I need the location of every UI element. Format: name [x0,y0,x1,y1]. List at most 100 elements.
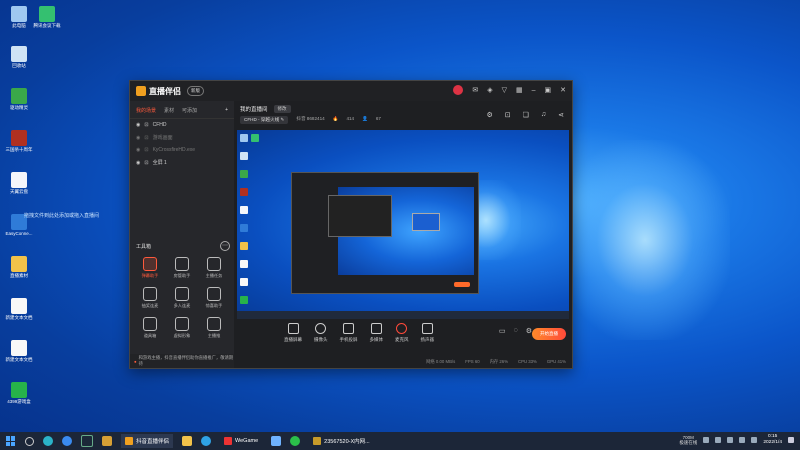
tool-surprise[interactable]: 惊喜助手 [198,287,230,309]
qq-browser-icon[interactable] [62,436,72,446]
recycle-bin-icon [11,46,27,62]
start-live-button[interactable]: 开始直播 [532,328,566,340]
close-icon[interactable]: ✕ [560,86,566,94]
titlebar[interactable]: 直播伴侣 新版 ✉ ◈ ▽ ▦ – ▣ ✕ [130,81,572,101]
lock-icon[interactable]: ⊡ [505,111,511,119]
game-category[interactable]: CFHD - 穿越火线 ✎ [240,116,289,124]
desktop-icon[interactable]: 三国杀十周年 [4,130,34,152]
desktop-icon[interactable]: 新建文本文档 [4,340,34,362]
shirt-icon[interactable]: ◈ [487,86,492,94]
wifi-icon[interactable] [739,437,746,443]
app-name: 直播伴侣 [149,86,181,96]
speaker-button[interactable]: 扬声器 [421,323,434,343]
preview-desktop-icon [240,188,248,196]
desktop-icon[interactable]: 天翼云盘 [4,172,34,194]
notification-icon[interactable] [788,437,794,443]
preview-desktop-icon [240,242,248,250]
desktop-icon[interactable]: 回收站 [4,46,34,68]
taskbar-app-remote[interactable]: 23567520-X内网... [309,434,374,448]
tray-icon[interactable] [715,437,722,443]
phone-icon [343,323,354,334]
gift-icon[interactable]: ❏ [523,111,529,119]
lock-icon[interactable]: ⊡ [144,147,148,153]
effects-icon[interactable]: ◌ [514,327,518,335]
bell-icon[interactable]: ♫ [541,111,546,119]
scene-item[interactable]: ◉ ⊡ 游戏画面 [130,131,234,144]
taskbar-app-active[interactable]: 抖音直播伴侣 [121,434,174,448]
app-icon[interactable] [271,436,282,446]
minimize-icon[interactable]: – [532,87,536,94]
network-speed[interactable]: 700M 极速在线 [679,435,697,445]
desktop-icon[interactable]: 4399游戏盒 [4,382,34,404]
scene-item[interactable]: ◉ ⊡ 全屏 1 [130,156,234,169]
camera-button[interactable]: 摄像头 [314,323,328,343]
viewer-count: 67 [375,116,381,121]
tool-lottery[interactable]: 抽奖连麦 [134,287,166,309]
steam-icon[interactable] [81,435,93,447]
tool-props[interactable]: 道具箱 [134,317,166,339]
tool-task[interactable]: 主播任务 [198,257,230,279]
game-launcher-icon[interactable] [102,436,112,446]
clock[interactable]: 0:15 2022/1/4 [763,434,782,446]
tool-barrage[interactable]: 弹幕助手 [134,257,166,279]
wechat-icon[interactable] [290,436,301,446]
tab-materials[interactable]: 素材 [164,107,174,114]
taskbar-app-wegame[interactable]: WeGame [220,434,262,448]
avatar[interactable] [453,85,464,95]
tool-promote[interactable]: 主播推 [198,317,230,339]
preview-desktop-icon [240,134,248,142]
filter-icon[interactable]: ▽ [502,86,507,94]
stream-preview[interactable] [237,130,569,319]
lock-icon[interactable]: ⊡ [144,122,148,128]
preview-desktop-icon [240,170,248,178]
desktop-icon[interactable]: 驱动精灵 [4,88,34,110]
tab-addable[interactable]: 可添加 [182,107,197,114]
app-window: 直播伴侣 新版 ✉ ◈ ▽ ▦ – ▣ ✕ 我的场景 素材 可添加 + ◉ ⊡ CF… [129,80,573,369]
desktop-icon[interactable]: 新建文本文档 [4,298,34,320]
volume-icon[interactable] [751,437,758,443]
preview-desktop-icon [240,296,248,304]
folder-icon[interactable] [182,436,193,446]
driver-icon [11,88,27,104]
tray-icon[interactable] [703,437,710,443]
toolbox-more-icon[interactable]: ⋯ [220,241,230,251]
share-icon[interactable]: ⋖ [558,111,564,119]
maximize-icon[interactable]: ▣ [545,86,552,94]
screen-capture-button[interactable]: 直播屏幕 [284,323,302,343]
qq-icon[interactable] [201,436,212,446]
add-scene-icon[interactable]: + [225,107,228,114]
scene-item[interactable]: ◉ ⊡ KyCrossfireHD.exe [130,144,234,156]
settings-icon[interactable]: ⚙ [486,111,492,119]
tab-scenes[interactable]: 我的场景 [136,107,156,114]
desktop-icon[interactable]: 此电脑 [4,6,34,28]
windows-start-icon[interactable] [6,436,16,446]
tool-avatar[interactable]: 虚拟形象 [166,317,198,339]
remote-icon [313,437,322,445]
eye-icon[interactable]: ◉ [136,122,140,128]
version-badge[interactable]: 新版 [187,86,204,96]
phone-cast-button[interactable]: 手机投屏 [340,323,358,343]
eye-icon[interactable]: ◉ [136,160,140,166]
record-icon[interactable]: ▭ [499,327,506,335]
tray-icon[interactable] [727,437,734,443]
eye-icon[interactable]: ◉ [136,135,140,141]
desktop-icon[interactable]: 直播素材 [4,256,34,278]
message-icon[interactable]: ✉ [472,86,478,94]
lock-icon[interactable]: ⊡ [144,135,148,141]
lock-icon[interactable]: ⊡ [144,160,148,166]
search-icon[interactable] [25,436,34,446]
microphone-button[interactable]: 麦克风 [395,323,409,343]
grid-icon[interactable]: ▦ [516,86,523,94]
heat-count: 414 [346,116,355,121]
room-title: 我的直播间 [240,107,268,113]
multi-user-icon [175,287,189,301]
desktop-icon[interactable]: 腾讯会议下载 [32,6,62,28]
sidebar-tabs: 我的场景 素材 可添加 + [130,101,234,119]
eye-icon[interactable]: ◉ [136,147,140,153]
scene-item[interactable]: ◉ ⊡ CFHD [130,119,234,131]
tool-multi-link[interactable]: 多人连麦 [166,287,198,309]
tool-room-manager[interactable]: 房管助手 [166,257,198,279]
media-button[interactable]: 多媒体 [370,323,383,343]
edge-icon[interactable] [43,436,53,446]
edit-room-button[interactable]: 修改 [273,105,291,113]
